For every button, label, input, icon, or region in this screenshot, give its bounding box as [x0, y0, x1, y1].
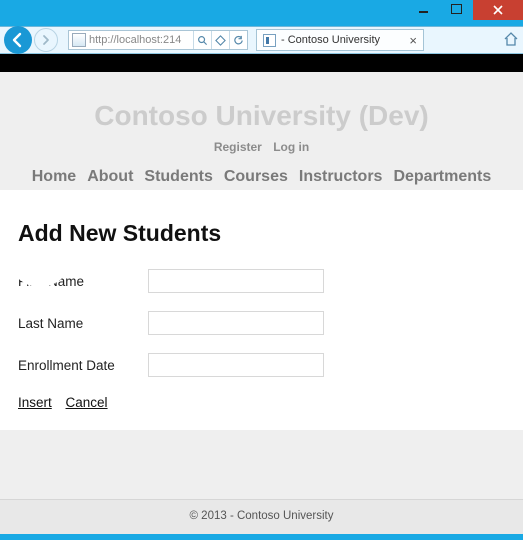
footer-text: © 2013 - Contoso University	[190, 510, 334, 522]
refresh-icon[interactable]	[229, 31, 247, 49]
search-icon[interactable]	[193, 31, 211, 49]
tab-close-icon[interactable]: ×	[409, 34, 417, 47]
tab-title: - Contoso University	[281, 34, 404, 46]
insert-link[interactable]: Insert	[18, 395, 52, 410]
nav-students[interactable]: Students	[144, 168, 212, 186]
nav-home[interactable]: Home	[32, 168, 76, 186]
home-icon[interactable]	[503, 31, 519, 50]
auth-links: Register Log in	[0, 140, 523, 154]
last-name-input[interactable]	[148, 311, 324, 335]
login-link[interactable]: Log in	[273, 140, 309, 154]
enrollment-date-input[interactable]	[148, 353, 324, 377]
browser-toolbar: http://localhost:214 - Contoso Universit…	[0, 26, 523, 54]
window-maximize-button[interactable]	[440, 0, 472, 18]
site-title: Contoso University (Dev)	[0, 72, 523, 140]
last-name-label: Last Name	[18, 316, 148, 331]
nav-back-button[interactable]	[4, 26, 32, 54]
nav-instructors[interactable]: Instructors	[299, 168, 383, 186]
browser-tab[interactable]: - Contoso University ×	[256, 29, 424, 51]
nav-departments[interactable]: Departments	[393, 168, 491, 186]
nav-courses[interactable]: Courses	[224, 168, 288, 186]
address-bar[interactable]: http://localhost:214	[68, 30, 248, 50]
main-content: Add New Students First Name Last Name En…	[0, 190, 523, 430]
main-nav: Home About Students Courses Instructors …	[0, 168, 523, 190]
window-close-button[interactable]	[473, 0, 523, 20]
first-name-input[interactable]	[148, 269, 324, 293]
tab-favicon	[263, 34, 276, 47]
page-icon	[72, 33, 86, 47]
window-minimize-button[interactable]	[407, 0, 439, 18]
window-titlebar	[0, 0, 523, 26]
nav-about[interactable]: About	[87, 168, 133, 186]
page-heading: Add New Students	[18, 220, 505, 247]
url-text: http://localhost:214	[89, 34, 193, 46]
cancel-link[interactable]: Cancel	[66, 395, 108, 410]
register-link[interactable]: Register	[214, 140, 262, 154]
stop-icon[interactable]	[211, 31, 229, 49]
black-strip	[0, 54, 523, 72]
enrollment-date-label: Enrollment Date	[18, 358, 148, 373]
nav-forward-button[interactable]	[34, 28, 58, 52]
footer: © 2013 - Contoso University	[0, 499, 523, 534]
